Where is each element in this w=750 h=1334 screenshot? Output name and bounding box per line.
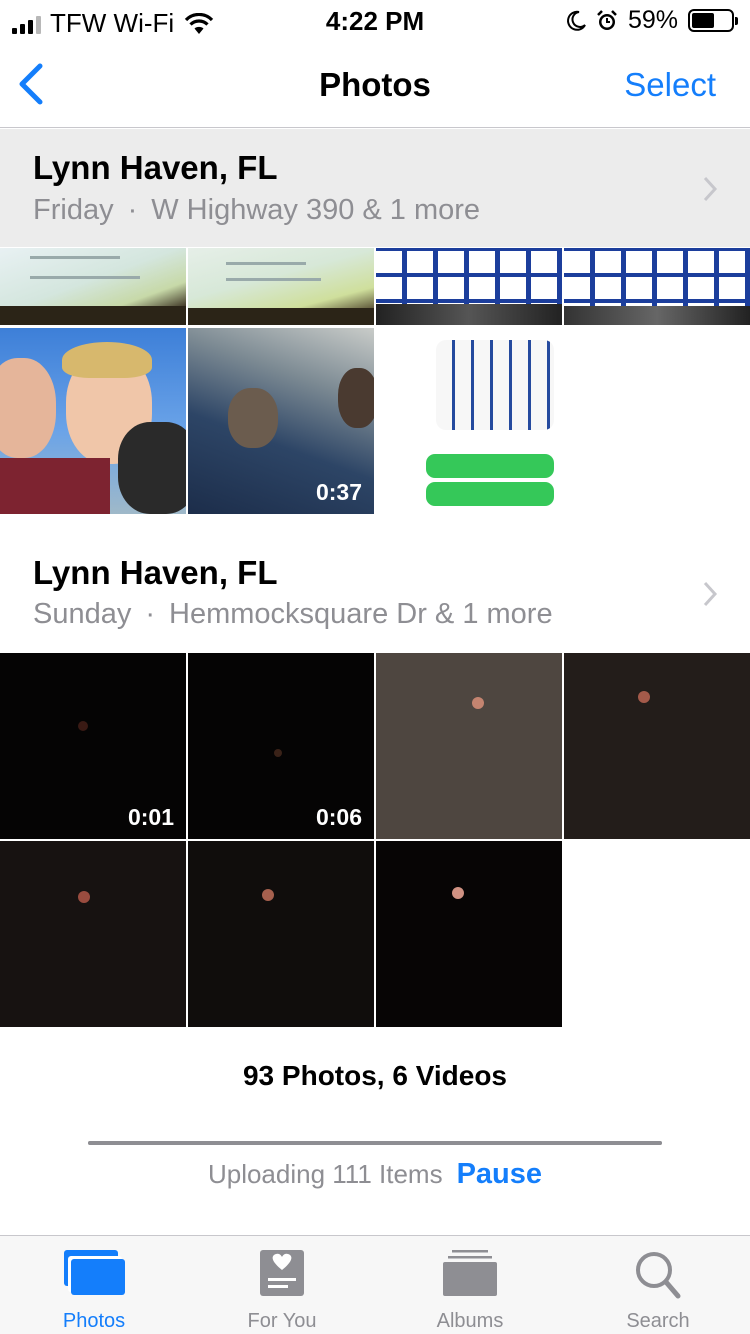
message-image bbox=[436, 340, 554, 430]
select-button[interactable]: Select bbox=[624, 66, 716, 104]
photo-thumbnail-quiz-screen-2[interactable] bbox=[188, 248, 374, 325]
photo-thumbnail-moon-6[interactable] bbox=[188, 841, 374, 1027]
moon-dot bbox=[452, 887, 464, 899]
face-right bbox=[118, 422, 186, 514]
video-thumbnail-moon-2[interactable]: 0:06 bbox=[188, 653, 374, 839]
chair-row bbox=[376, 304, 562, 325]
tab-label: For You bbox=[247, 1310, 317, 1332]
moment-location: Hemmocksquare Dr & 1 more bbox=[169, 598, 553, 630]
person-head bbox=[228, 388, 278, 448]
photo-thumbnail-selfie[interactable] bbox=[0, 328, 186, 514]
upload-progress-fill bbox=[88, 1141, 662, 1145]
photo-thumbnail-moon-4[interactable] bbox=[564, 653, 750, 839]
tab-label: Photos bbox=[62, 1310, 126, 1332]
photos-icon bbox=[64, 1250, 125, 1295]
shirt bbox=[0, 458, 110, 514]
battery-percent: 59% bbox=[627, 6, 678, 34]
moment-subtitle: Sunday · Hemmocksquare Dr & 1 more bbox=[33, 598, 553, 631]
photo-thumbnail-text-messages[interactable] bbox=[376, 328, 562, 514]
library-count: 93 Photos, 6 Videos bbox=[242, 1060, 508, 1091]
tab-search[interactable]: Search bbox=[564, 1236, 750, 1334]
upload-status: Uploading 111 Items bbox=[207, 1159, 443, 1189]
moon-dot bbox=[78, 721, 88, 731]
screen-text-line bbox=[226, 262, 306, 265]
person-head bbox=[338, 368, 374, 428]
battery-icon bbox=[688, 9, 738, 32]
moment-title: Lynn Haven, FL bbox=[33, 554, 278, 591]
photo-thumbnail-quiz-screen-1[interactable] bbox=[0, 248, 186, 325]
moment-day: Friday bbox=[33, 194, 114, 226]
albums-icon bbox=[443, 1250, 497, 1296]
moon-dot bbox=[638, 691, 650, 703]
tab-albums[interactable]: Albums bbox=[376, 1236, 564, 1334]
tab-label: Albums bbox=[436, 1310, 504, 1332]
status-bar: TFW Wi-Fi 4:22 PM 59% bbox=[0, 0, 750, 40]
navigation-bar: Photos Select bbox=[0, 40, 750, 128]
chevron-right-icon bbox=[703, 581, 718, 607]
video-duration: 0:06 bbox=[315, 804, 362, 830]
video-thumbnail-moon-1[interactable]: 0:01 bbox=[0, 653, 186, 839]
screen-text-line bbox=[30, 276, 140, 279]
desk-edge bbox=[188, 308, 374, 325]
moon-dot bbox=[78, 891, 90, 903]
status-right: 59% bbox=[566, 6, 738, 35]
message-bubble bbox=[426, 454, 554, 478]
photo-thumbnail-whiteboard-1[interactable] bbox=[376, 248, 562, 325]
chevron-right-icon bbox=[703, 176, 718, 202]
moon-dot bbox=[274, 749, 282, 757]
tab-photos[interactable]: Photos bbox=[0, 1236, 188, 1334]
moment-day: Sunday bbox=[33, 598, 132, 630]
video-duration: 0:37 bbox=[315, 479, 362, 505]
desk-edge bbox=[0, 306, 186, 325]
alarm-icon bbox=[597, 9, 617, 30]
moment-location: W Highway 390 & 1 more bbox=[151, 194, 481, 226]
upload-progress-bar bbox=[88, 1141, 662, 1145]
tab-for-you[interactable]: For You bbox=[188, 1236, 376, 1334]
photo-thumbnail-whiteboard-2[interactable] bbox=[564, 248, 750, 325]
moon-icon bbox=[567, 10, 586, 31]
moment-header-sunday[interactable]: Lynn Haven, FL Sunday · Hemmocksquare Dr &… bbox=[0, 534, 750, 652]
face-left bbox=[0, 358, 56, 458]
search-icon bbox=[636, 1252, 681, 1299]
for-you-icon bbox=[260, 1250, 304, 1296]
upload-status-row: Uploading 111 Items Pause bbox=[0, 1158, 750, 1191]
tab-label: Search bbox=[626, 1310, 690, 1332]
message-bubble bbox=[426, 482, 554, 506]
photo-thumbnail-moon-5[interactable] bbox=[0, 841, 186, 1027]
tab-bar: Photos For You Albums Search bbox=[0, 1235, 750, 1334]
moon-dot bbox=[262, 889, 274, 901]
video-thumbnail-bus[interactable]: 0:37 bbox=[188, 328, 374, 514]
moment-title: Lynn Haven, FL bbox=[33, 149, 278, 186]
photo-thumbnail-moon-7[interactable] bbox=[376, 841, 562, 1027]
photo-thumbnail-moon-3[interactable] bbox=[376, 653, 562, 839]
pause-button[interactable]: Pause bbox=[457, 1158, 542, 1190]
screen-text-line bbox=[226, 278, 321, 281]
moment-header-friday[interactable]: Lynn Haven, FL Friday · W Highway 390 & 1 … bbox=[0, 129, 750, 247]
video-duration: 0:01 bbox=[127, 804, 174, 830]
battery-tip bbox=[735, 17, 738, 25]
chair-row bbox=[564, 306, 750, 325]
moment-subtitle: Friday · W Highway 390 & 1 more bbox=[33, 194, 480, 227]
battery-fill bbox=[692, 13, 715, 28]
screen-text-line bbox=[30, 256, 120, 259]
hair bbox=[62, 342, 152, 378]
separator-dot: · bbox=[127, 194, 138, 226]
moon-dot bbox=[472, 697, 484, 709]
separator-dot: · bbox=[145, 598, 156, 630]
